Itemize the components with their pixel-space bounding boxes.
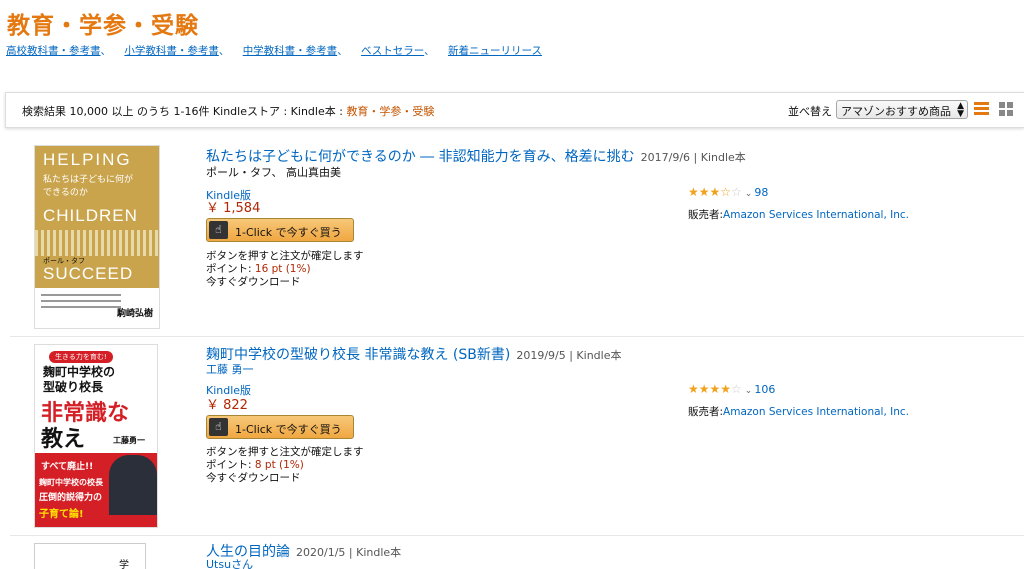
portrait <box>109 455 157 515</box>
category-link-highschool[interactable]: 高校教科書・参考書 <box>6 45 101 57</box>
product-title[interactable]: 麹町中学校の型破り校長 非常識な教え (SB新書) 2019/9/5 | Kind… <box>206 344 621 364</box>
points-value: 8 pt (1%) <box>254 459 304 471</box>
star-rating[interactable]: ★★★★☆ ⌄ 106 <box>688 382 775 396</box>
category-link-bestseller[interactable]: ベストセラー <box>361 45 424 57</box>
category-link-junior-high[interactable]: 中学教科書・参考書 <box>243 45 338 57</box>
sort-select[interactable]: アマゾンおすすめ商品 ▲ ▼ <box>836 100 968 119</box>
product-seller: 販売者:Amazon Services International, Inc. <box>688 209 909 221</box>
chevron-down-icon: ⌄ <box>744 386 753 396</box>
product-author[interactable]: Utsuさん <box>206 556 253 569</box>
star-icons: ★★★★☆ <box>688 382 742 396</box>
review-count[interactable]: 98 <box>754 186 768 199</box>
review-count[interactable]: 106 <box>754 383 775 396</box>
result-summary: 検索結果 10,000 以上 のうち 1-16件 Kindleストア : Kin… <box>22 105 435 118</box>
product-author: ポール・タフ、 高山真由美 <box>206 166 342 179</box>
book-cover[interactable]: HELPING 私たちは子どもに何ができるのか CHILDREN ポール・タフ … <box>34 145 160 329</box>
divider <box>10 535 1024 536</box>
chevron-down-icon: ⌄ <box>744 189 753 199</box>
points-value: 16 pt (1%) <box>254 263 311 275</box>
hand-pointer-icon: ☝ <box>209 418 228 436</box>
page-title: 教育・学参・受験 <box>7 13 199 39</box>
product-purchase-info: ボタンを押すと注文が確定します ポイント: 8 pt (1%) 今すぐダウンロー… <box>206 446 364 484</box>
product-purchase-info: ボタンを押すと注文が確定します ポイント: 16 pt (1%) 今すぐダウンロ… <box>206 250 364 288</box>
book-cover[interactable]: 学 <box>34 543 146 569</box>
product-title[interactable]: 私たちは子どもに何ができるのか ― 非認知能力を育み、格差に挑む 2017/9/6… <box>206 146 746 166</box>
grid-view-icon[interactable] <box>999 102 1014 116</box>
one-click-buy-button[interactable]: ☝ 1-Click で今すぐ買う <box>206 218 354 242</box>
product-price: ￥ 822 <box>206 398 248 413</box>
result-bar: 検索結果 10,000 以上 のうち 1-16件 Kindleストア : Kin… <box>5 92 1024 128</box>
star-icons: ★★★☆☆ <box>688 185 742 199</box>
book-cover[interactable]: 生きる力を育む! 麹町中学校の 型破り校長 非常識な 教え 工藤勇一 すべて廃止… <box>34 344 158 528</box>
star-rating[interactable]: ★★★☆☆ ⌄ 98 <box>688 185 768 199</box>
product-seller: 販売者:Amazon Services International, Inc. <box>688 406 909 418</box>
product-author[interactable]: 工藤 勇一 <box>206 361 254 377</box>
divider <box>10 336 1024 337</box>
category-links: 高校教科書・参考書、 小学教科書・参考書、 中学教科書・参考書、 ベストセラー、… <box>6 45 542 57</box>
product-price: ￥ 1,584 <box>206 201 261 216</box>
category-link-new-release[interactable]: 新着ニューリリース <box>448 45 542 57</box>
list-view-icon[interactable] <box>974 102 989 116</box>
sort-arrows-icon: ▲ ▼ <box>957 101 964 119</box>
result-breadcrumb[interactable]: 教育・学参・受験 <box>346 105 434 118</box>
hand-pointer-icon: ☝ <box>209 221 228 239</box>
category-link-elementary[interactable]: 小学教科書・参考書 <box>124 45 219 57</box>
one-click-buy-button[interactable]: ☝ 1-Click で今すぐ買う <box>206 415 354 439</box>
sort-label: 並べ替え <box>788 105 832 118</box>
